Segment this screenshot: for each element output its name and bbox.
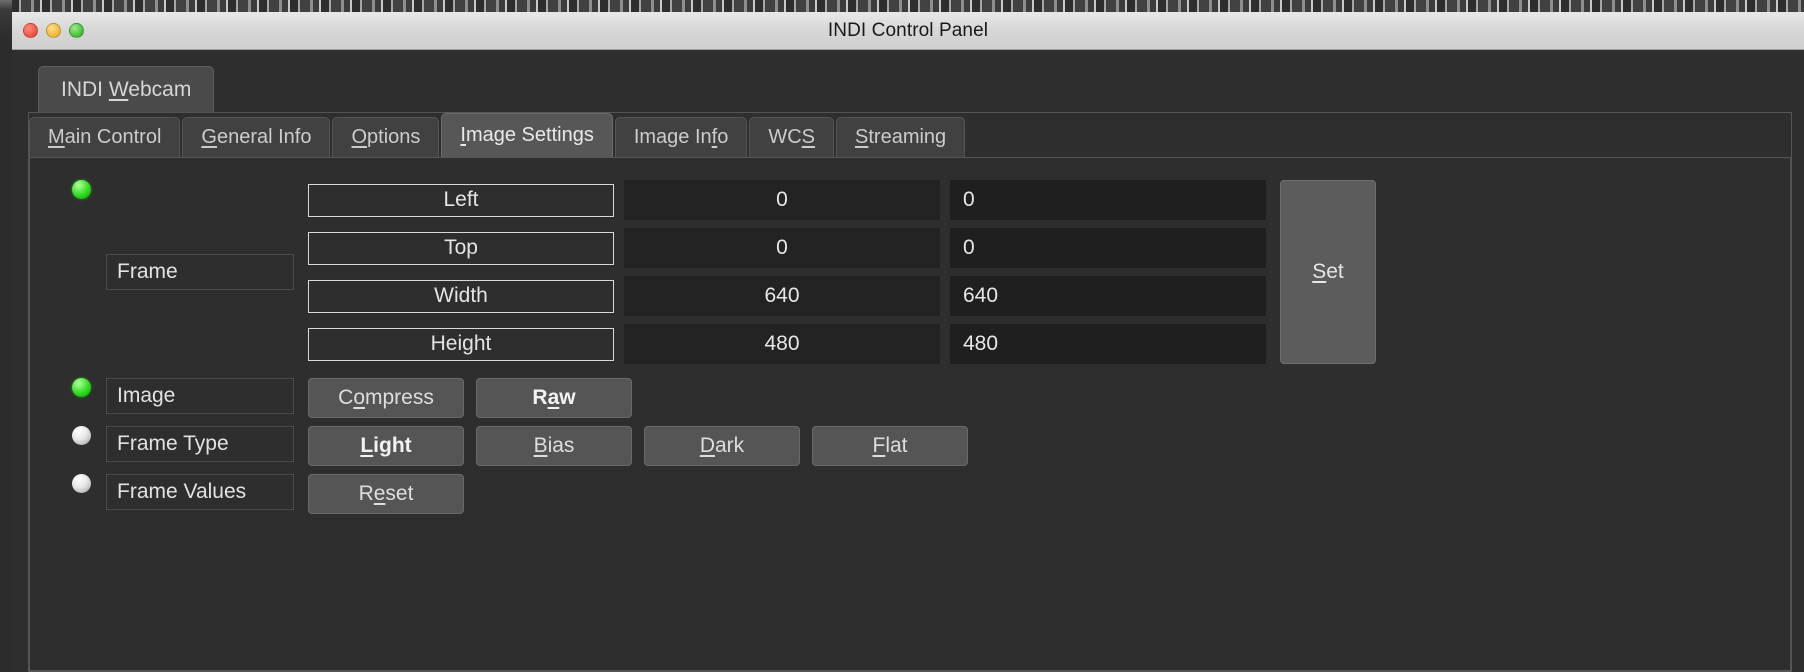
frame-property-label: Frame xyxy=(106,254,294,290)
frame-width-input[interactable]: 640 xyxy=(950,276,1266,316)
frame-row-height: Height 480 480 xyxy=(308,324,1266,364)
device-tab-bar: INDI Webcam xyxy=(28,64,1800,112)
frame-values-led-cell xyxy=(72,474,106,493)
image-raw-label: Raw xyxy=(532,386,576,409)
frame-type-led-cell xyxy=(72,426,106,445)
minimize-window-button[interactable] xyxy=(46,23,61,38)
frame-type-dark-label: Dark xyxy=(699,434,745,457)
tab-wcs[interactable]: WCS xyxy=(749,117,835,157)
image-raw-button[interactable]: Raw xyxy=(476,378,632,418)
tab-image-settings[interactable]: Image Settings xyxy=(441,113,613,157)
frame-number-grid: Left 0 0 Top 0 0 Width 640 640 Height 48… xyxy=(308,180,1266,364)
image-switch-group: Compress Raw xyxy=(308,378,644,418)
window-titlebar: INDI Control Panel xyxy=(12,12,1804,50)
desktop-top-strip xyxy=(0,0,1804,12)
frame-height-label: Height xyxy=(308,327,614,361)
maximize-window-button[interactable] xyxy=(69,23,84,38)
tab-wcs-label: WCS xyxy=(768,126,816,148)
frame-type-flat-label: Flat xyxy=(872,434,908,457)
frame-left-input[interactable]: 0 xyxy=(950,180,1266,220)
image-settings-pane: Frame Left 0 0 Top 0 0 Width 640 640 Hei… xyxy=(29,157,1791,671)
frame-values-status-led xyxy=(72,474,91,493)
frame-type-property-label: Frame Type xyxy=(106,426,294,462)
device-tab-label: INDI Webcam xyxy=(61,77,192,101)
frame-left-label: Left xyxy=(308,183,614,217)
tab-options[interactable]: Options xyxy=(332,117,440,157)
frame-type-bias-button[interactable]: Bias xyxy=(476,426,632,466)
frame-type-flat-button[interactable]: Flat xyxy=(812,426,968,466)
tab-image-info-label: Image Info xyxy=(633,126,729,148)
frame-values-property-label: Frame Values xyxy=(106,474,294,510)
frame-row-top: Top 0 0 xyxy=(308,228,1266,268)
frame-type-light-label: Light xyxy=(360,434,412,457)
frame-type-dark-button[interactable]: Dark xyxy=(644,426,800,466)
frame-top-value: 0 xyxy=(624,228,940,268)
image-compress-label: Compress xyxy=(338,386,434,409)
property-row-frame: Frame Left 0 0 Top 0 0 Width 640 640 Hei… xyxy=(30,180,1790,364)
frame-height-value: 480 xyxy=(624,324,940,364)
tab-main-control-label: Main Control xyxy=(48,126,162,148)
property-row-image: Image Compress Raw xyxy=(30,378,1790,418)
frame-set-button[interactable]: Set xyxy=(1280,180,1376,364)
frame-set-button-label: Set xyxy=(1312,260,1344,283)
frame-row-width: Width 640 640 xyxy=(308,276,1266,316)
image-status-led xyxy=(72,378,91,397)
device-tab-indi-webcam[interactable]: INDI Webcam xyxy=(38,66,215,112)
frame-top-input[interactable]: 0 xyxy=(950,228,1266,268)
frame-values-switch-group: Reset xyxy=(308,474,476,514)
desktop-left-strip xyxy=(0,0,12,672)
tab-streaming[interactable]: Streaming xyxy=(836,117,966,157)
frame-type-switch-group: Light Bias Dark Flat xyxy=(308,426,980,466)
window-body: INDI Webcam Main Control General Info Op… xyxy=(12,50,1804,672)
frame-type-status-led xyxy=(72,426,91,445)
property-row-frame-type: Frame Type Light Bias Dark Flat xyxy=(30,426,1790,466)
property-tab-bar: Main Control General Info Options Image … xyxy=(29,113,1791,157)
frame-width-value: 640 xyxy=(624,276,940,316)
tab-general-info[interactable]: General Info xyxy=(182,117,331,157)
window-controls xyxy=(23,23,84,38)
frame-values-reset-button[interactable]: Reset xyxy=(308,474,464,514)
image-compress-button[interactable]: Compress xyxy=(308,378,464,418)
frame-left-value: 0 xyxy=(624,180,940,220)
tab-streaming-label: Streaming xyxy=(855,126,947,148)
frame-led-cell xyxy=(72,180,106,199)
close-window-button[interactable] xyxy=(23,23,38,38)
frame-row-left: Left 0 0 xyxy=(308,180,1266,220)
frame-height-input[interactable]: 480 xyxy=(950,324,1266,364)
tab-image-settings-label: Image Settings xyxy=(460,124,594,146)
tab-options-label: Options xyxy=(351,126,421,148)
tab-main-control[interactable]: Main Control xyxy=(29,117,181,157)
frame-status-led xyxy=(72,180,91,199)
tab-general-info-label: General Info xyxy=(201,126,312,148)
frame-values-reset-label: Reset xyxy=(358,482,414,505)
property-row-frame-values: Frame Values Reset xyxy=(30,474,1790,514)
image-led-cell xyxy=(72,378,106,397)
tab-image-info[interactable]: Image Info xyxy=(614,117,748,157)
frame-type-light-button[interactable]: Light xyxy=(308,426,464,466)
image-property-label: Image xyxy=(106,378,294,414)
window-title: INDI Control Panel xyxy=(827,19,989,41)
frame-top-label: Top xyxy=(308,231,614,265)
frame-type-bias-label: Bias xyxy=(533,434,575,457)
frame-width-label: Width xyxy=(308,279,614,313)
device-panel: Main Control General Info Options Image … xyxy=(28,112,1792,672)
indi-control-panel-window: INDI Control Panel INDI Webcam Main Cont… xyxy=(12,12,1804,672)
